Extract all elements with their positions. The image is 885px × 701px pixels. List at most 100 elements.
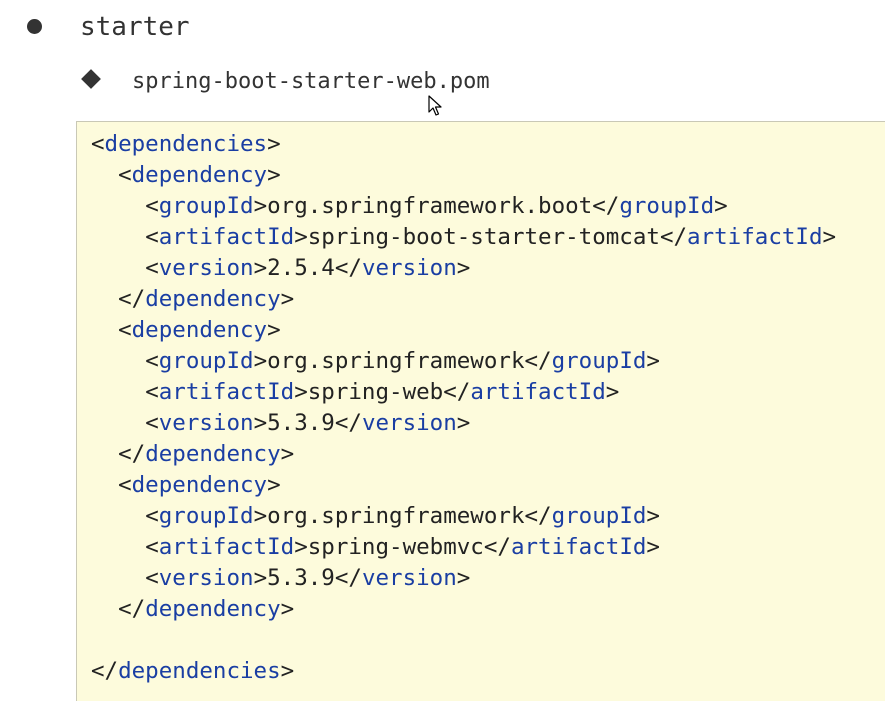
tag-bracket: > (646, 503, 660, 529)
xml-tag-name: groupId (158, 503, 254, 529)
tag-bracket: </ (524, 348, 552, 374)
xml-text-value: 5.3.9 (267, 565, 335, 591)
xml-tag-name: artifactId (158, 379, 295, 405)
tag-bracket: < (145, 565, 159, 591)
tag-bracket: > (280, 658, 295, 684)
tag-bracket: < (145, 534, 159, 560)
xml-tag-name: groupId (158, 348, 254, 374)
code-block: <dependencies> <dependency> <groupId>org… (76, 121, 885, 701)
xml-tag-name: dependency (145, 596, 281, 622)
tag-bracket: </ (659, 224, 688, 250)
tag-bracket: </ (118, 286, 146, 312)
tag-bracket: </ (118, 441, 146, 467)
xml-text-value: org.springframework.boot (267, 193, 593, 219)
tag-bracket: < (145, 193, 159, 219)
tag-bracket: < (118, 472, 132, 498)
code-line: <groupId>org.springframework</groupId> (91, 501, 836, 532)
xml-tag-name: artifactId (687, 224, 823, 250)
code-line: <groupId>org.springframework</groupId> (91, 346, 836, 377)
xml-text-value: org.springframework (267, 348, 525, 374)
tag-bracket: < (145, 348, 159, 374)
tag-bracket: </ (483, 534, 511, 560)
xml-tag-name: version (361, 565, 457, 591)
tag-bracket: > (714, 193, 728, 219)
tag-bracket: > (253, 565, 268, 591)
code-line: <artifactId>spring-webmvc</artifactId> (91, 532, 836, 563)
tag-bracket: > (267, 131, 281, 157)
tag-bracket: </ (592, 193, 620, 219)
xml-tag-name: artifactId (158, 534, 295, 560)
xml-tag-name: groupId (551, 503, 647, 529)
tag-bracket: > (253, 410, 268, 436)
tag-bracket: > (253, 193, 268, 219)
bullet-circle-icon (27, 19, 42, 34)
tag-bracket: </ (524, 503, 552, 529)
code-line: <dependencies> (91, 129, 836, 160)
xml-tag-name: dependencies (118, 658, 281, 684)
xml-tag-name: version (158, 255, 254, 281)
xml-tag-name: artifactId (510, 534, 647, 560)
code-line: <version>5.3.9</version> (91, 563, 836, 594)
tag-bracket: < (145, 503, 159, 529)
tag-bracket: > (456, 255, 471, 281)
code-line: <dependency> (91, 315, 836, 346)
code-line: <artifactId>spring-boot-starter-tomcat</… (91, 222, 836, 253)
tag-bracket: > (456, 410, 471, 436)
xml-tag-name: dependency (131, 317, 268, 343)
xml-text-value: spring-web (307, 379, 444, 405)
tag-bracket: > (605, 379, 620, 405)
code-line: </dependency> (91, 594, 836, 625)
tag-bracket: </ (443, 379, 471, 405)
tag-bracket: > (456, 565, 471, 591)
tag-bracket: </ (334, 255, 362, 281)
code-line: <version>2.5.4</version> (91, 253, 836, 284)
tag-bracket: > (294, 224, 308, 250)
tag-bracket: > (294, 534, 308, 560)
xml-tag-name: dependency (131, 162, 268, 188)
code-line: <groupId>org.springframework.boot</group… (91, 191, 836, 222)
tag-bracket: > (253, 503, 268, 529)
tag-bracket: < (91, 131, 105, 157)
code-line: </dependency> (91, 439, 836, 470)
xml-tag-name: version (158, 410, 254, 436)
tag-bracket: > (253, 348, 268, 374)
tag-bracket: </ (334, 410, 362, 436)
tag-bracket: > (280, 286, 295, 312)
xml-text-value: spring-webmvc (307, 534, 484, 560)
tag-bracket: > (267, 162, 281, 188)
tag-bracket: < (118, 162, 132, 188)
tag-bracket: > (253, 255, 268, 281)
tag-bracket: < (145, 410, 159, 436)
tag-bracket: > (294, 379, 308, 405)
xml-tag-name: dependencies (104, 131, 268, 157)
tag-bracket: </ (334, 565, 362, 591)
xml-tag-name: artifactId (470, 379, 606, 405)
tag-bracket: < (145, 379, 159, 405)
tag-bracket: > (280, 596, 295, 622)
tag-bracket: > (280, 441, 295, 467)
xml-tag-name: dependency (145, 441, 281, 467)
xml-tag-name: version (361, 255, 457, 281)
xml-text-value: spring-boot-starter-tomcat (307, 224, 660, 250)
list-item-starter: starter (80, 12, 190, 42)
tag-bracket: < (118, 317, 132, 343)
xml-tag-name: dependency (131, 472, 268, 498)
xml-tag-name: groupId (158, 193, 254, 219)
list-item-pom-file: spring-boot-starter-web.pom (132, 69, 490, 94)
code-line: <dependency> (91, 160, 836, 191)
tag-bracket: < (145, 255, 159, 281)
tag-bracket: > (267, 317, 281, 343)
xml-tag-name: version (158, 565, 254, 591)
code-line: <version>5.3.9</version> (91, 408, 836, 439)
